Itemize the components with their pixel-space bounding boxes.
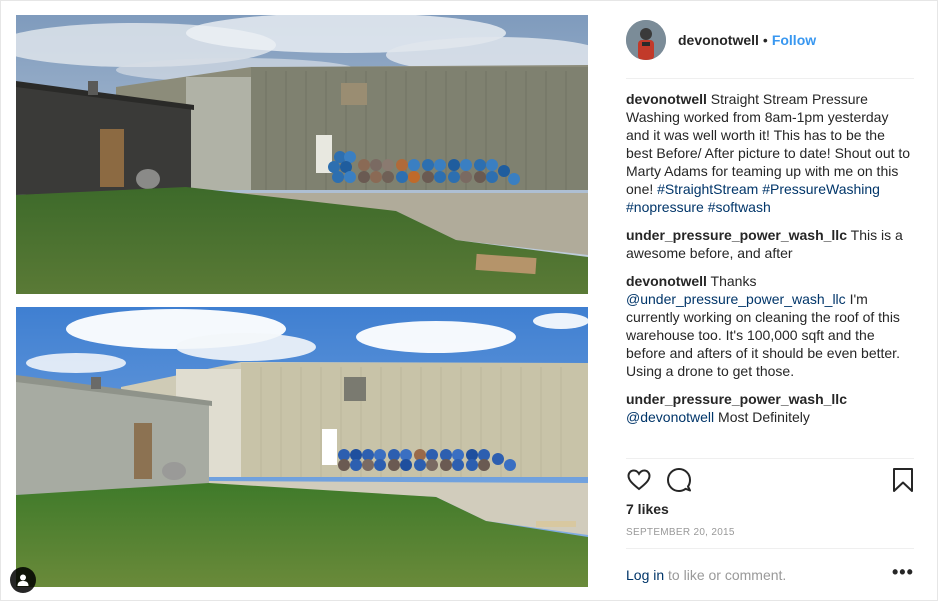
comment-username[interactable]: under_pressure_power_wash_llc — [626, 227, 847, 243]
comment-item: devonotwell Thanks @under_pressure_power… — [626, 272, 914, 380]
footer-divider — [626, 548, 914, 549]
likes-count[interactable]: 7 likes — [626, 501, 669, 517]
follow-separator: • — [762, 32, 768, 48]
before-photo-image — [16, 15, 588, 294]
login-prompt: Log in to like or comment. — [626, 567, 786, 583]
post-header: devonotwell • Follow — [626, 20, 914, 60]
before-photo — [16, 15, 588, 294]
header-divider — [626, 78, 914, 79]
speech-bubble-icon — [667, 468, 691, 492]
comment-button[interactable] — [666, 467, 692, 493]
instagram-post: devonotwell • Follow devonotwell Straigh… — [0, 0, 938, 601]
comment-item: under_pressure_power_wash_llc @devonotwe… — [626, 390, 914, 426]
avatar[interactable] — [626, 20, 666, 60]
caption-username[interactable]: devonotwell — [626, 91, 707, 107]
avatar-image — [626, 20, 666, 60]
comment-mention[interactable]: @under_pressure_power_wash_llc — [626, 291, 846, 307]
comment-mention[interactable]: @devonotwell — [626, 409, 714, 425]
actions-divider — [626, 458, 914, 459]
more-options-icon[interactable]: ••• — [892, 563, 913, 583]
author-username[interactable]: devonotwell — [678, 32, 759, 48]
login-link[interactable]: Log in — [626, 567, 664, 583]
follow-button[interactable]: Follow — [772, 32, 816, 48]
post-sidebar: devonotwell • Follow devonotwell Straigh… — [626, 1, 914, 600]
like-button[interactable] — [626, 467, 652, 493]
person-tag-icon — [17, 574, 29, 586]
comment-username[interactable]: under_pressure_power_wash_llc — [626, 391, 847, 407]
after-photo — [16, 307, 588, 587]
post-media[interactable] — [1, 1, 602, 600]
save-button[interactable] — [892, 467, 918, 493]
comment-text: Thanks — [710, 273, 757, 289]
after-photo-image — [16, 307, 588, 587]
caption-hashtags[interactable]: #StraightStream #PressureWashing #nopres… — [626, 181, 880, 215]
bookmark-icon — [893, 468, 913, 492]
heart-outline-icon — [627, 469, 651, 491]
login-prompt-text: to like or comment. — [664, 567, 787, 583]
caption: devonotwell Straight Stream Pressure Was… — [626, 90, 914, 216]
post-date[interactable]: SEPTEMBER 20, 2015 — [626, 527, 735, 538]
comment-item: under_pressure_power_wash_llc This is a … — [626, 226, 914, 262]
action-bar — [626, 467, 914, 495]
comments-list: devonotwell Straight Stream Pressure Was… — [626, 90, 914, 436]
comment-username[interactable]: devonotwell — [626, 273, 707, 289]
user-tag-button[interactable] — [10, 567, 36, 593]
comment-text: Most Definitely — [718, 409, 810, 425]
